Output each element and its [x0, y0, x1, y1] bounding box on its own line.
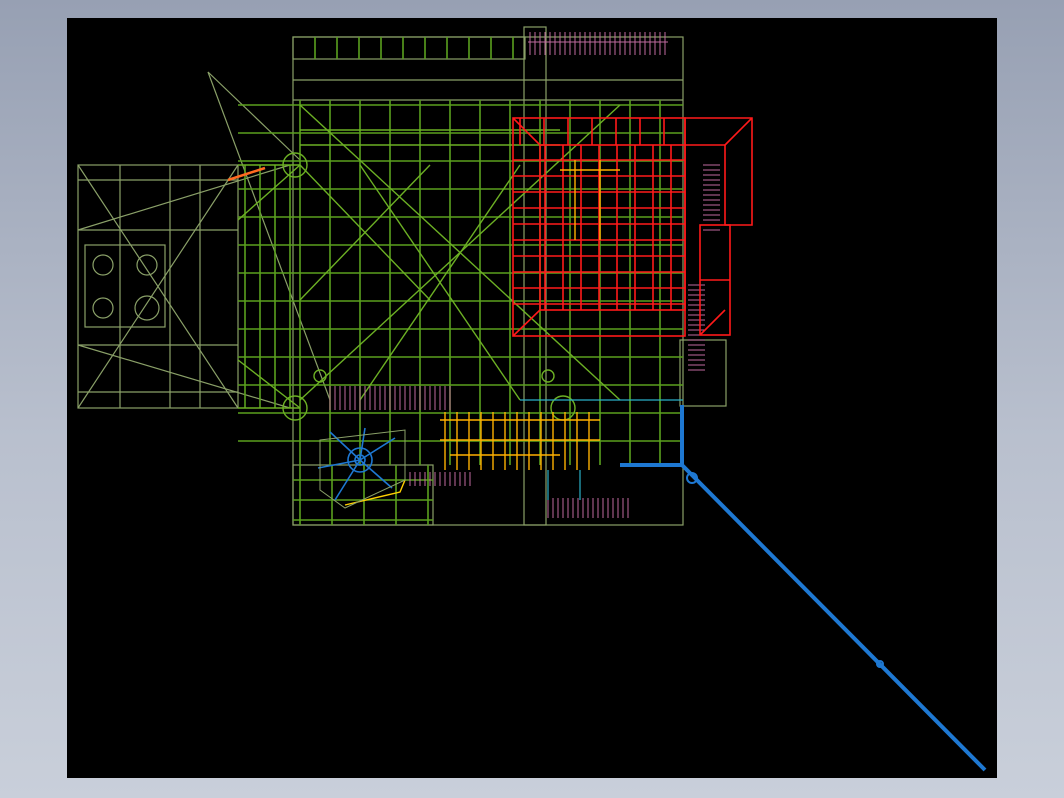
tank-circle: [92, 254, 114, 276]
cyan-accents: [520, 399, 683, 500]
tank-circle: [136, 254, 158, 276]
pipe-line: [620, 405, 987, 772]
equipment-block: [512, 117, 753, 337]
main-frame: [207, 26, 727, 526]
detail-items: [227, 160, 620, 506]
cad-viewport[interactable]: [67, 18, 997, 778]
cad-drawing: [77, 26, 987, 772]
tank-circle: [92, 297, 114, 319]
column-node: [541, 369, 555, 383]
rotor-assembly: [317, 427, 406, 509]
tank-circle: [134, 295, 160, 321]
